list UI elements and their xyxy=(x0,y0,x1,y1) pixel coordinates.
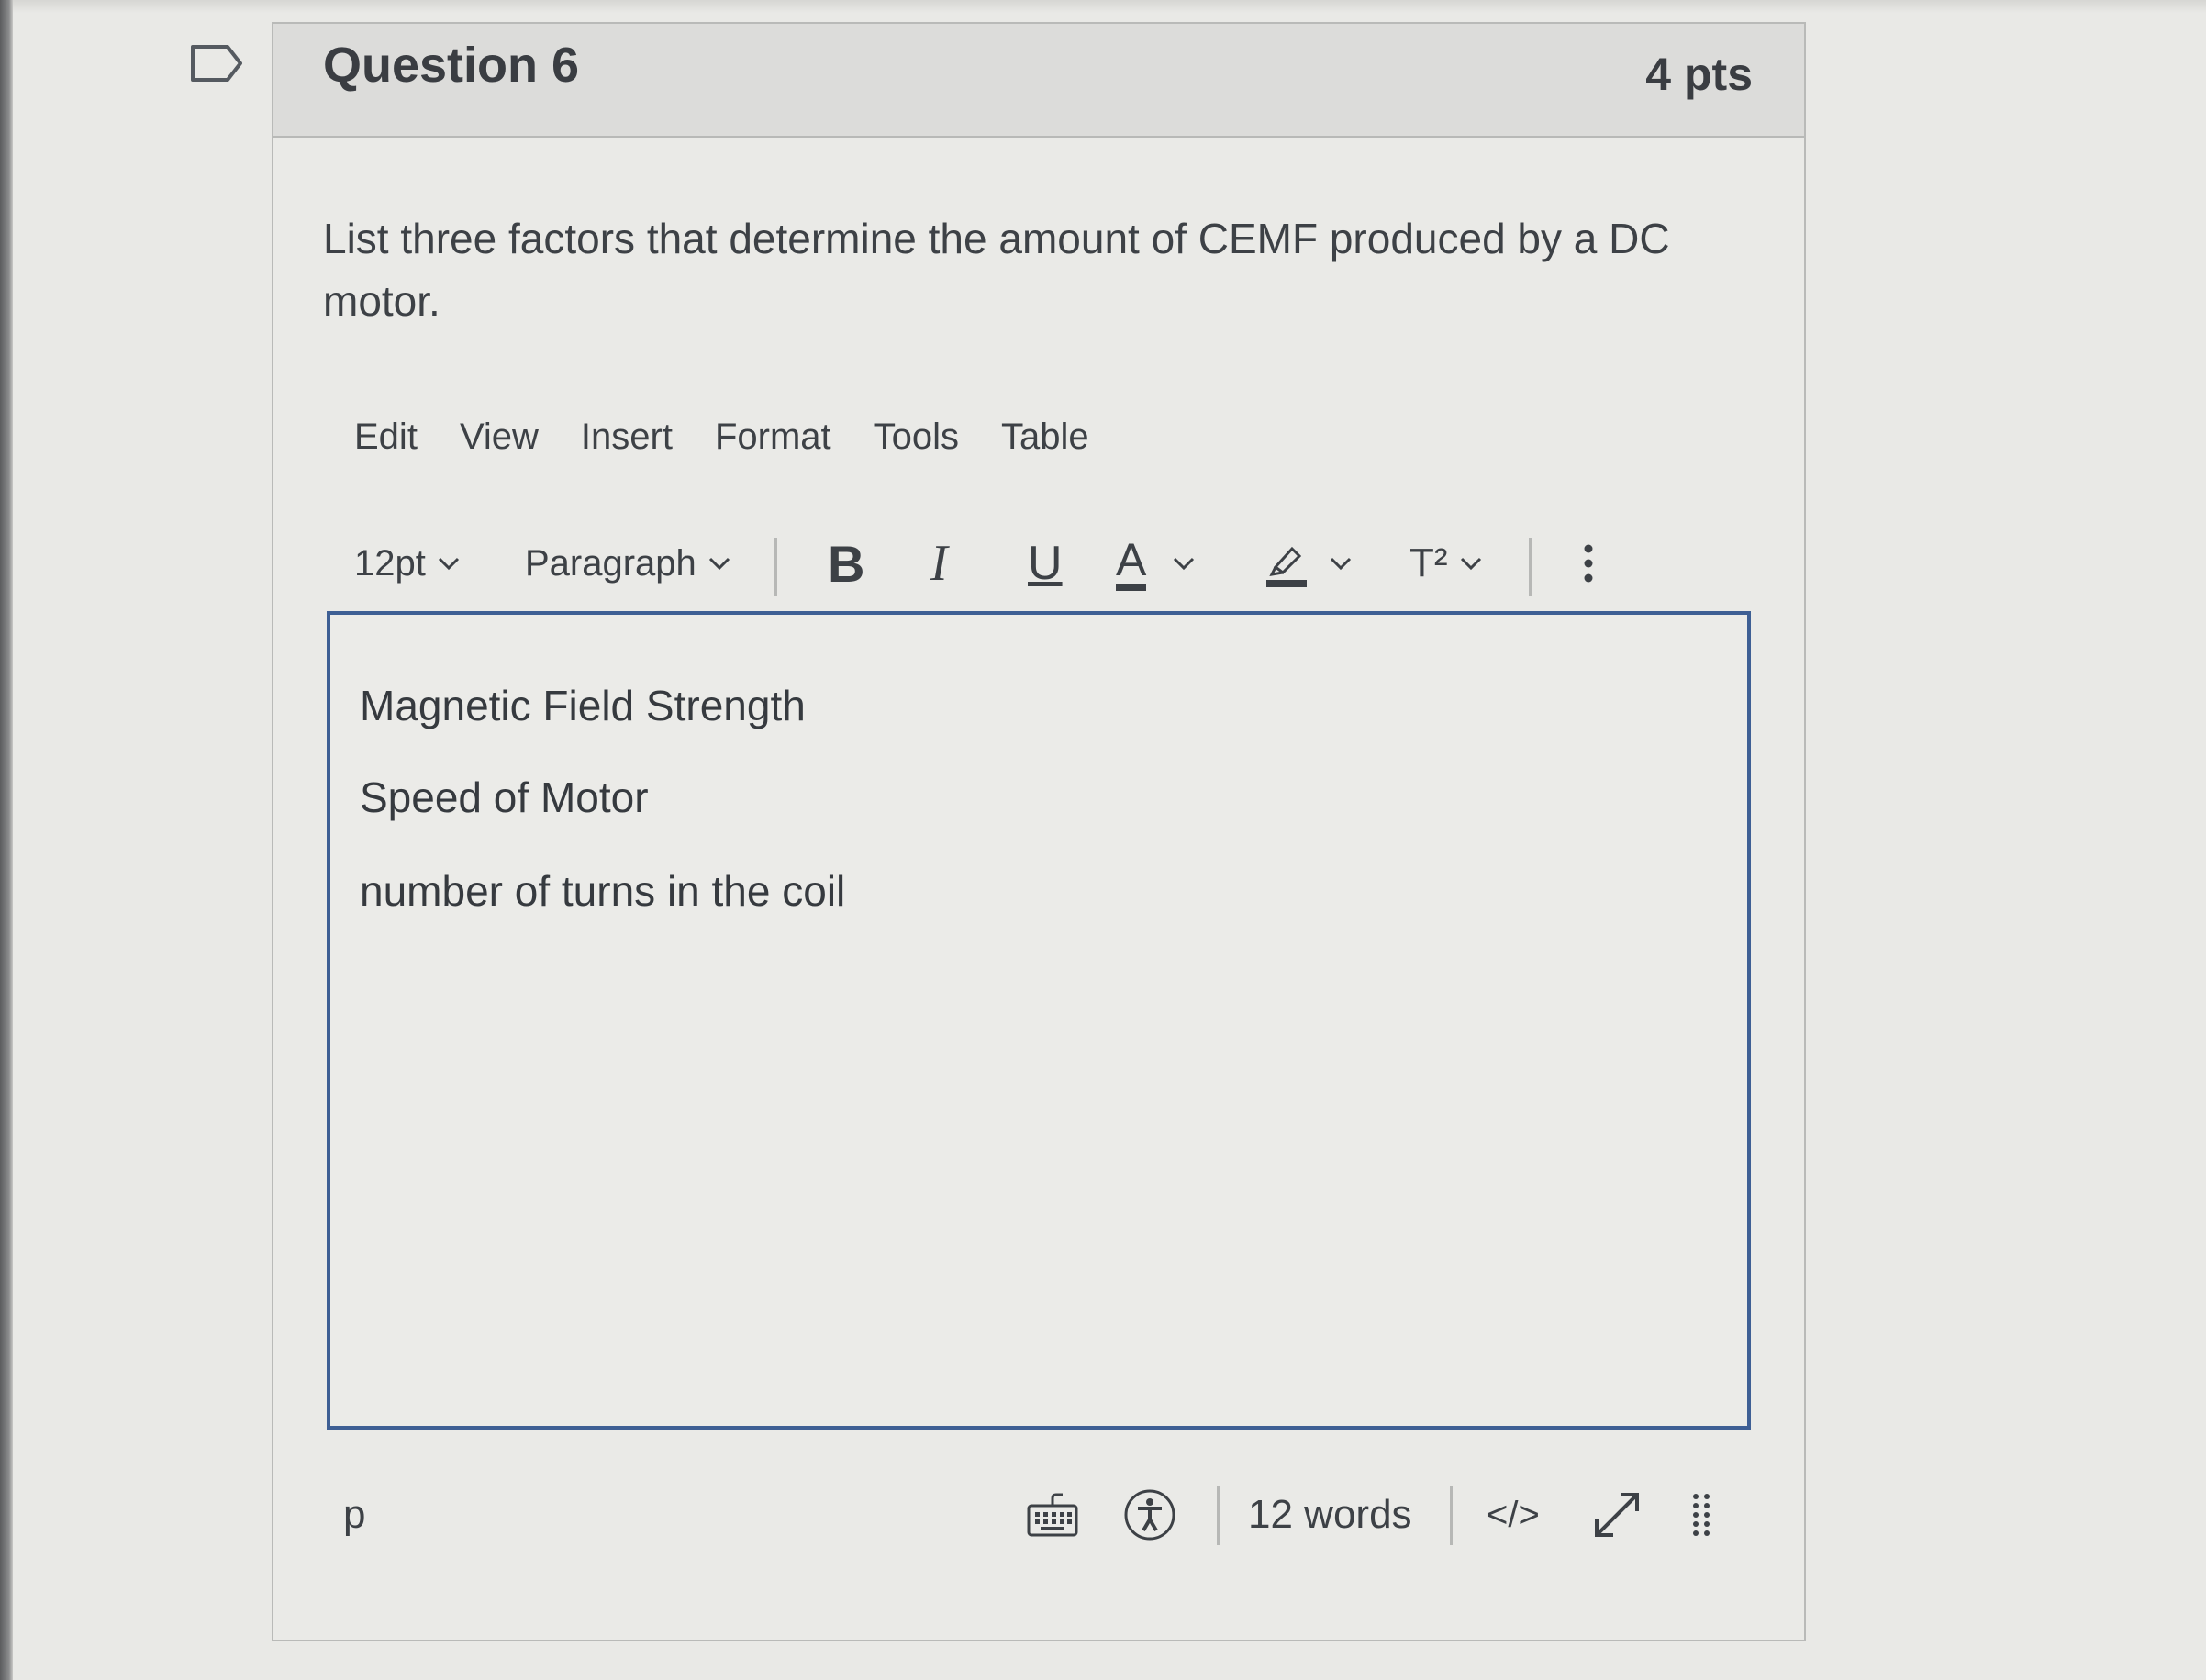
chevron-down-icon xyxy=(438,557,459,571)
answer-editor[interactable]: Magnetic Field Strength Speed of Motor n… xyxy=(327,611,1751,1430)
answer-line-2: Speed of Motor xyxy=(360,773,649,821)
question-title: Question 6 xyxy=(323,38,580,93)
text-color-button[interactable]: A xyxy=(1116,527,1198,600)
resize-handle[interactable] xyxy=(1692,1474,1710,1556)
text-color-label: A xyxy=(1116,536,1147,591)
bold-button[interactable]: B xyxy=(828,527,864,600)
window-left-edge xyxy=(0,0,13,1680)
menu-format[interactable]: Format xyxy=(715,417,831,458)
menu-edit[interactable]: Edit xyxy=(354,417,418,458)
menu-view[interactable]: View xyxy=(460,417,539,458)
statusbar-divider xyxy=(1450,1486,1453,1545)
question-card: Question 6 4 pts List three factors that… xyxy=(272,22,1806,1641)
html-editor-toggle[interactable]: </> xyxy=(1487,1474,1540,1556)
menu-table[interactable]: Table xyxy=(1001,417,1089,458)
highlighter-icon xyxy=(1266,546,1307,587)
underline-button[interactable]: U xyxy=(1028,527,1063,600)
chevron-down-icon xyxy=(1460,557,1481,571)
flag-outline-icon[interactable] xyxy=(189,43,244,83)
more-options-button[interactable] xyxy=(1582,527,1595,600)
editor-statusbar: p 12 words </> xyxy=(329,1474,1760,1556)
superscript-button[interactable]: T² xyxy=(1409,527,1485,600)
word-count[interactable]: 12 words xyxy=(1248,1474,1412,1556)
editor-menubar: Edit View Insert Format Tools Table xyxy=(354,417,1089,458)
block-format-dropdown[interactable]: Paragraph xyxy=(525,527,733,600)
keyboard-shortcuts-button[interactable] xyxy=(1026,1474,1079,1556)
expand-icon xyxy=(1595,1493,1639,1537)
superscript-label: T² xyxy=(1409,540,1448,585)
more-vertical-icon xyxy=(1584,544,1593,583)
font-size-dropdown[interactable]: 12pt xyxy=(354,527,462,600)
accessibility-icon xyxy=(1124,1489,1175,1541)
question-points: 4 pts xyxy=(1645,49,1753,100)
answer-line-1: Magnetic Field Strength xyxy=(360,682,806,729)
editor-toolbar: 12pt Paragraph B I U A T² xyxy=(354,527,1685,600)
italic-button[interactable]: I xyxy=(930,527,948,600)
resize-handle-icon xyxy=(1693,1494,1710,1536)
fullscreen-button[interactable] xyxy=(1589,1474,1644,1556)
question-header: Question 6 4 pts xyxy=(273,24,1804,138)
question-prompt: List three factors that determine the am… xyxy=(323,215,1670,325)
toolbar-divider xyxy=(774,538,777,596)
toolbar-divider xyxy=(1529,538,1532,596)
block-format-value: Paragraph xyxy=(525,542,696,584)
top-border xyxy=(0,0,2206,13)
menu-tools[interactable]: Tools xyxy=(874,417,959,458)
accessibility-checker-button[interactable] xyxy=(1123,1474,1176,1556)
keyboard-icon xyxy=(1027,1493,1078,1537)
chevron-down-icon xyxy=(1330,557,1352,571)
menu-insert[interactable]: Insert xyxy=(581,417,673,458)
chevron-down-icon xyxy=(1174,557,1195,571)
highlight-color-button[interactable] xyxy=(1266,527,1354,600)
chevron-down-icon xyxy=(708,557,730,571)
statusbar-divider xyxy=(1217,1486,1220,1545)
font-size-value: 12pt xyxy=(354,542,426,584)
element-path[interactable]: p xyxy=(343,1474,365,1556)
answer-line-3: number of turns in the coil xyxy=(360,867,846,915)
